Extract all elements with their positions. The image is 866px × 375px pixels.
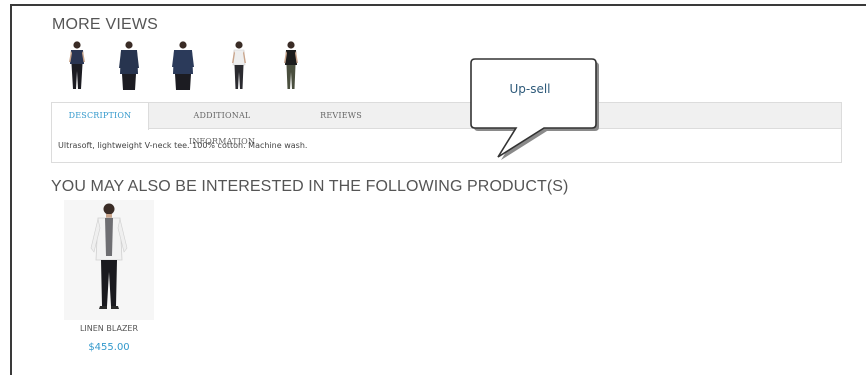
model-navy-tee-icon[interactable] [62, 40, 92, 92]
tab-additional-information[interactable]: ADDITIONAL INFORMATION [160, 103, 284, 146]
tab-description[interactable]: DESCRIPTION [52, 103, 149, 130]
callout-bubble [470, 58, 599, 160]
tab-reviews[interactable]: REVIEWS [308, 103, 374, 129]
upsell-callout: Up-sell [466, 54, 601, 162]
model-linen-blazer-icon[interactable] [64, 200, 154, 320]
product-price: $455.00 [88, 342, 130, 353]
product-tabs: DESCRIPTION ADDITIONAL INFORMATION REVIE… [51, 102, 842, 163]
tab-bar: DESCRIPTION ADDITIONAL INFORMATION REVIE… [52, 103, 841, 146]
product-name[interactable]: LINEN BLAZER [64, 324, 154, 333]
model-black-tee-icon[interactable] [276, 40, 306, 92]
more-views-title: MORE VIEWS [52, 16, 159, 33]
upsell-section-title: YOU MAY ALSO BE INTERESTED IN THE FOLLOW… [51, 178, 569, 195]
model-navy-tee-back-icon[interactable] [168, 40, 198, 92]
model-white-tee-icon[interactable] [224, 40, 254, 92]
more-views-thumbnails [62, 40, 322, 94]
description-text: Ultrasoft, lightweight V-neck tee. 100% … [58, 141, 308, 150]
model-navy-tee-front-icon[interactable] [114, 40, 144, 92]
callout-label: Up-sell [509, 82, 551, 96]
